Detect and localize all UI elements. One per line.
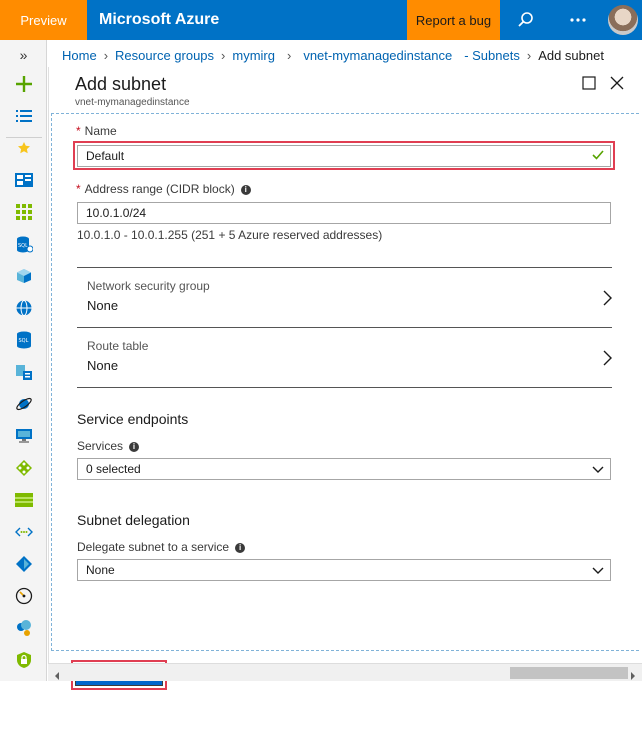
delegate-select[interactable]: None <box>77 559 611 581</box>
breadcrumb-subnets[interactable]: - Subnets <box>464 48 520 63</box>
list-icon[interactable] <box>0 105 47 127</box>
portal-brand[interactable]: Microsoft Azure <box>87 11 407 29</box>
checkmark-icon <box>592 149 604 164</box>
chevron-right-icon: › <box>103 47 109 63</box>
virtual-machine-icon[interactable] <box>0 425 47 447</box>
add-subnet-blade: Add subnet vnet-mymanagedinstance * Name … <box>48 67 642 690</box>
route-table-label: Route table <box>87 339 149 353</box>
sql-database-icon[interactable]: SQL <box>0 233 47 255</box>
address-range-field[interactable]: 10.0.1.0/24 <box>77 202 611 224</box>
chevron-down-icon <box>592 565 604 579</box>
avatar[interactable] <box>604 0 642 40</box>
address-range-label: * Address range (CIDR block) i <box>76 182 251 196</box>
sidebar: » SQL SQL <box>0 40 47 681</box>
breadcrumb-mymirg[interactable]: mymirg <box>232 48 275 63</box>
breadcrumb-resource-groups[interactable]: Resource groups <box>115 48 214 63</box>
info-icon[interactable]: i <box>240 185 251 195</box>
svg-text:SQL: SQL <box>18 338 28 344</box>
scroll-right-icon[interactable] <box>630 668 636 686</box>
advisor-icon[interactable] <box>0 585 47 607</box>
dashboard-icon[interactable] <box>0 169 47 191</box>
diamond-icon[interactable] <box>0 553 47 575</box>
services-select[interactable]: 0 selected <box>77 458 611 480</box>
maximize-icon[interactable] <box>581 75 599 93</box>
name-label: * Name <box>76 124 117 138</box>
expand-sidebar-button[interactable]: » <box>0 44 47 66</box>
chevron-right-icon <box>602 350 612 371</box>
top-bar: Preview Microsoft Azure Report a bug <box>0 0 642 40</box>
breadcrumb-home[interactable]: Home <box>62 48 97 63</box>
scrollbar-thumb[interactable] <box>510 667 628 679</box>
scroll-left-icon[interactable] <box>54 668 60 686</box>
nsg-value: None <box>87 298 119 313</box>
breadcrumb-current: Add subnet <box>538 47 604 63</box>
route-table-value: None <box>87 358 119 373</box>
service-endpoints-heading: Service endpoints <box>77 411 189 427</box>
delegate-label: Delegate subnet to a service i <box>77 540 246 554</box>
services-label: Services i <box>77 439 140 453</box>
breadcrumb-vnet[interactable]: vnet-mymanagedinstance <box>303 48 452 63</box>
app-service-icon[interactable] <box>0 361 47 383</box>
sql-server-icon[interactable]: SQL <box>0 329 47 351</box>
cloud-icon[interactable] <box>0 617 47 639</box>
plus-icon[interactable] <box>0 73 47 95</box>
security-icon[interactable] <box>0 649 47 671</box>
globe-icon[interactable] <box>0 297 47 319</box>
network-security-group-row[interactable]: Network security group None <box>77 268 612 327</box>
report-bug-button[interactable]: Report a bug <box>407 0 500 40</box>
breadcrumb: Home › Resource groups › mymirg › vnet-m… <box>62 43 604 67</box>
close-icon[interactable] <box>609 75 627 93</box>
load-balancer-icon[interactable] <box>0 457 47 479</box>
page-title: Add subnet <box>75 74 167 94</box>
search-icon[interactable] <box>500 0 552 40</box>
svg-text:SQL: SQL <box>18 243 28 249</box>
chevron-down-icon <box>592 464 604 478</box>
divider <box>77 387 612 388</box>
route-table-row[interactable]: Route table None <box>77 328 612 387</box>
chevron-right-icon: › <box>526 47 532 63</box>
address-range-hint: 10.0.1.0 - 10.0.1.255 (251 + 5 Azure res… <box>77 228 383 242</box>
chevron-right-icon: › <box>286 47 292 63</box>
star-icon[interactable] <box>0 137 47 159</box>
nsg-label: Network security group <box>87 279 210 293</box>
cosmos-icon[interactable] <box>0 393 47 415</box>
chevron-right-icon: › <box>221 47 226 63</box>
subnet-delegation-heading: Subnet delegation <box>77 512 190 528</box>
vnet-icon[interactable] <box>0 521 47 543</box>
name-field[interactable]: Default <box>77 145 611 167</box>
storage-icon[interactable] <box>0 489 47 511</box>
horizontal-scrollbar[interactable] <box>48 663 642 681</box>
page-subtitle: vnet-mymanagedinstance <box>75 97 190 108</box>
info-icon[interactable]: i <box>235 543 246 553</box>
preview-badge[interactable]: Preview <box>0 0 87 40</box>
all-resources-icon[interactable] <box>0 201 47 223</box>
info-icon[interactable]: i <box>129 442 140 452</box>
cube-icon[interactable] <box>0 265 47 287</box>
chevron-right-icon <box>602 290 612 311</box>
form-content: * Name Default * Address range (CIDR block… <box>51 113 639 651</box>
more-options-icon[interactable] <box>552 0 604 40</box>
